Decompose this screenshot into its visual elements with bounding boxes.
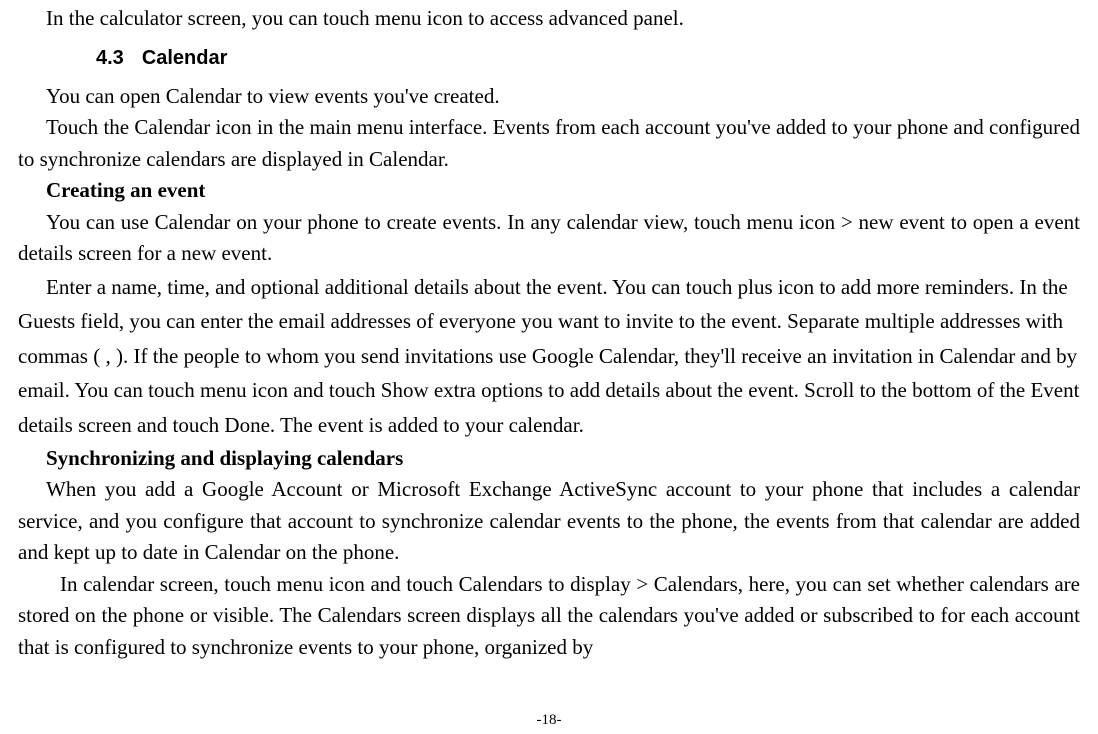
page-number: -18- — [0, 709, 1098, 732]
section-number: 4.3 — [96, 47, 124, 69]
paragraph-2: Touch the Calendar icon in the main menu… — [18, 112, 1080, 175]
paragraph-6: In calendar screen, touch menu icon and … — [18, 569, 1080, 664]
section-heading: 4.3 Calendar — [96, 43, 1080, 73]
subheading-creating: Creating an event — [18, 175, 1080, 207]
intro-paragraph: In the calculator screen, you can touch … — [18, 3, 1080, 35]
paragraph-3: You can use Calendar on your phone to cr… — [18, 207, 1080, 270]
subheading-sync: Synchronizing and displaying calendars — [18, 443, 1080, 475]
paragraph-4: Enter a name, time, and optional additio… — [18, 270, 1080, 443]
paragraph-5: When you add a Google Account or Microso… — [18, 474, 1080, 569]
paragraph-1: You can open Calendar to view events you… — [18, 81, 1080, 113]
section-title: Calendar — [142, 47, 228, 69]
